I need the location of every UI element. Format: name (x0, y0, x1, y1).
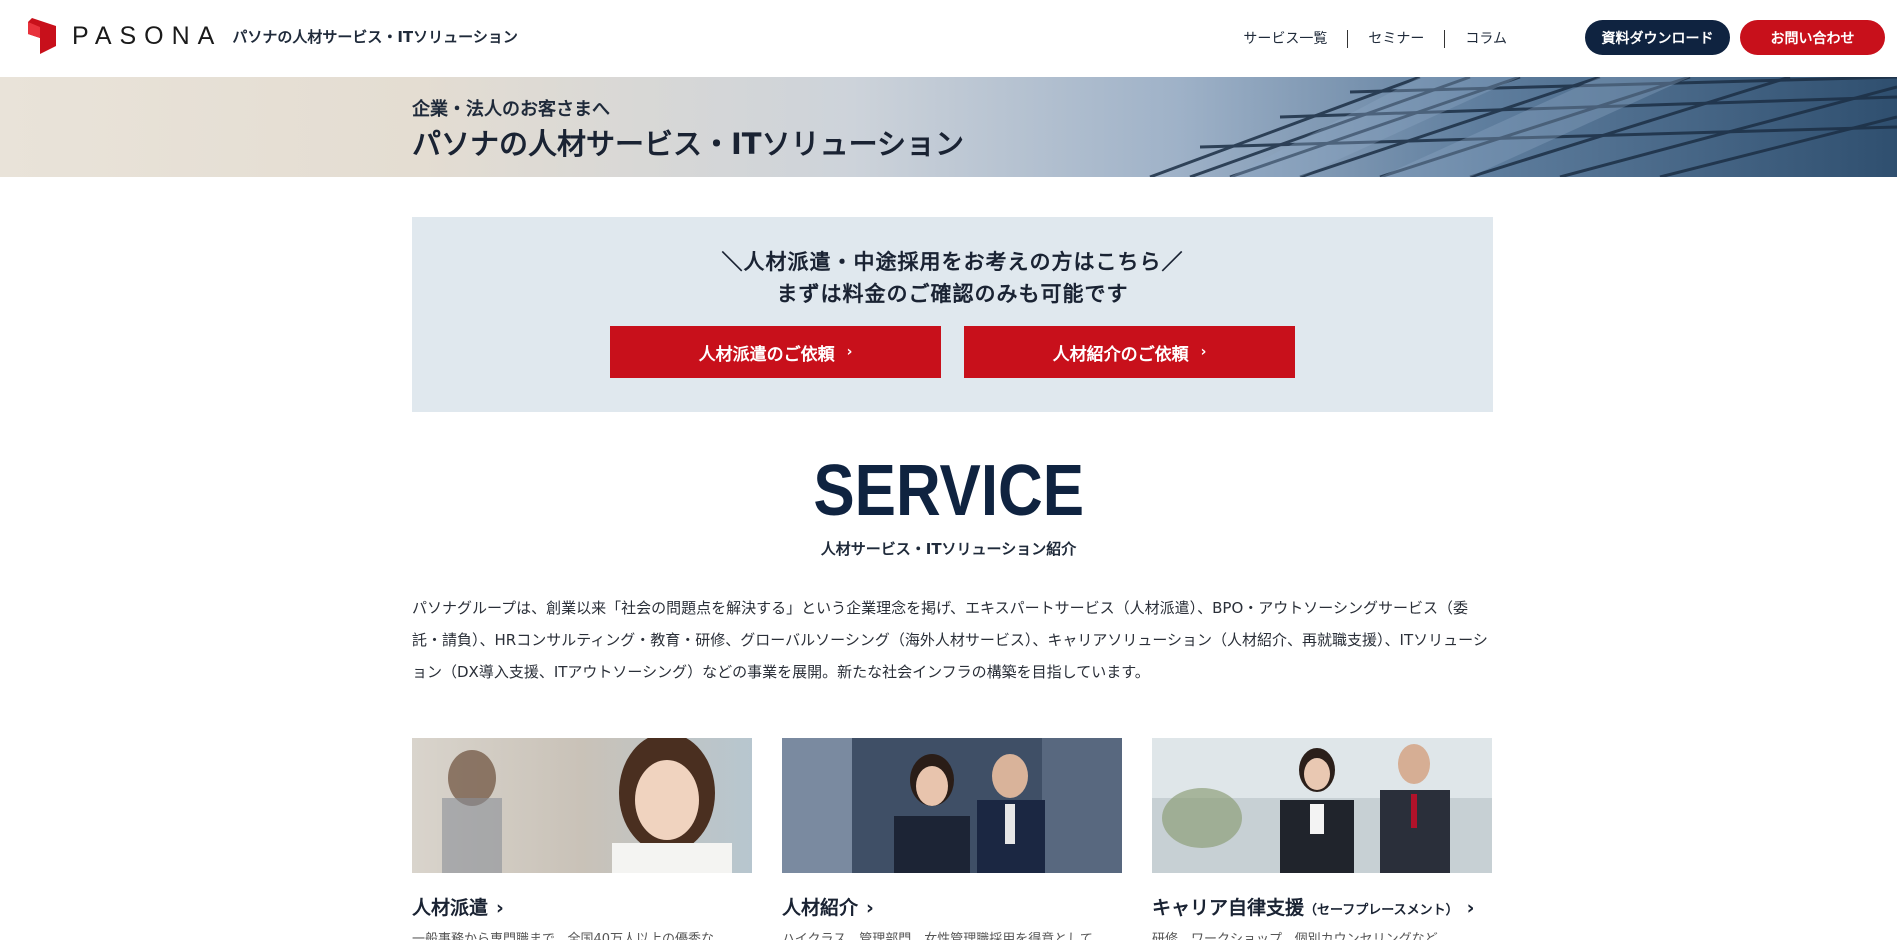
chevron-right-icon: › (1466, 897, 1475, 919)
download-button[interactable]: 資料ダウンロード (1585, 20, 1730, 55)
pasona-logo[interactable]: PASONA パソナの人材サービス・ITソリューション (28, 18, 518, 54)
dispatch-request-button[interactable]: 人材派遣のご依頼 › (610, 326, 941, 378)
cta-subline: まずは料金のご確認のみも可能です (776, 282, 1129, 306)
pasona-logo-icon (28, 18, 56, 54)
card-title-dispatch-label: 人材派遣 (412, 897, 489, 919)
card-text-referral: ハイクラス、管理部門、女性管理職採用を得意として (782, 932, 1093, 940)
service-card-dispatch[interactable]: 人材派遣 › 一般事務から専門職まで、全国40万人以上の優秀な (412, 738, 752, 940)
nav-column[interactable]: コラム (1444, 29, 1527, 48)
card-title-dispatch[interactable]: 人材派遣 › (412, 893, 504, 920)
chevron-right-icon: › (1200, 344, 1207, 360)
header-tagline: パソナの人材サービス・ITソリューション (232, 27, 518, 46)
card-title-career-label: キャリア自律支援 (1152, 897, 1305, 919)
cta-box: ＼人材派遣・中途採用をお考えの方はこちら／ まずは料金のご確認のみも可能です 人… (412, 217, 1493, 412)
hero-title: パソナの人材サービス・ITソリューション (412, 127, 964, 161)
service-card-referral[interactable]: 人材紹介 › ハイクラス、管理部門、女性管理職採用を得意として (782, 738, 1122, 940)
nav-seminar[interactable]: セミナー (1347, 29, 1444, 48)
referral-request-button[interactable]: 人材紹介のご依頼 › (964, 326, 1295, 378)
service-description: パソナグループは、創業以来「社会の問題点を解決する」という企業理念を掲げ、エキス… (412, 599, 1488, 681)
business-people-photo (782, 738, 1122, 873)
service-card-career[interactable]: キャリア自律支援（セーフプレースメント） › 研修、ワークショップ、個別カウンセリ… (1152, 738, 1492, 940)
hero-subtitle: 企業・法人のお客さまへ (412, 99, 610, 120)
site-header: PASONA パソナの人材サービス・ITソリューション サービス一覧 セミナー … (0, 0, 1897, 77)
service-heading: SERVICE (813, 451, 1085, 531)
card-title-referral-label: 人材紹介 (782, 897, 859, 919)
card-title-referral[interactable]: 人材紹介 › (782, 893, 874, 920)
card-photo-dispatch (412, 738, 752, 873)
chevron-right-icon: › (496, 897, 504, 919)
card-title-career-note: （セーフプレースメント） (1304, 903, 1459, 918)
card-photo-referral (782, 738, 1122, 873)
global-nav: サービス一覧 セミナー コラム (1223, 0, 1527, 77)
contact-button[interactable]: お問い合わせ (1740, 20, 1885, 55)
referral-request-label: 人材紹介のご依頼 (1052, 344, 1189, 365)
dispatch-request-label: 人材派遣のご依頼 (698, 344, 835, 365)
service-subheading: 人材サービス・ITソリューション紹介 (820, 540, 1077, 558)
hero-banner: 企業・法人のお客さまへ パソナの人材サービス・ITソリューション (0, 77, 1897, 177)
card-photo-career (1152, 738, 1492, 873)
card-title-career[interactable]: キャリア自律支援（セーフプレースメント） › (1152, 893, 1474, 920)
business-pair-photo (1152, 738, 1492, 873)
cta-headline: ＼人材派遣・中途採用をお考えの方はこちら／ (721, 250, 1184, 274)
chevron-right-icon: › (866, 897, 874, 919)
logo-wordmark: PASONA (72, 21, 223, 50)
card-text-career: 研修、ワークショップ、個別カウンセリングなど (1152, 932, 1438, 940)
smiling-woman-photo (412, 738, 752, 873)
nav-service-list[interactable]: サービス一覧 (1223, 30, 1347, 48)
chevron-right-icon: › (846, 344, 853, 360)
card-text-dispatch: 一般事務から専門職まで、全国40万人以上の優秀な (412, 932, 715, 940)
